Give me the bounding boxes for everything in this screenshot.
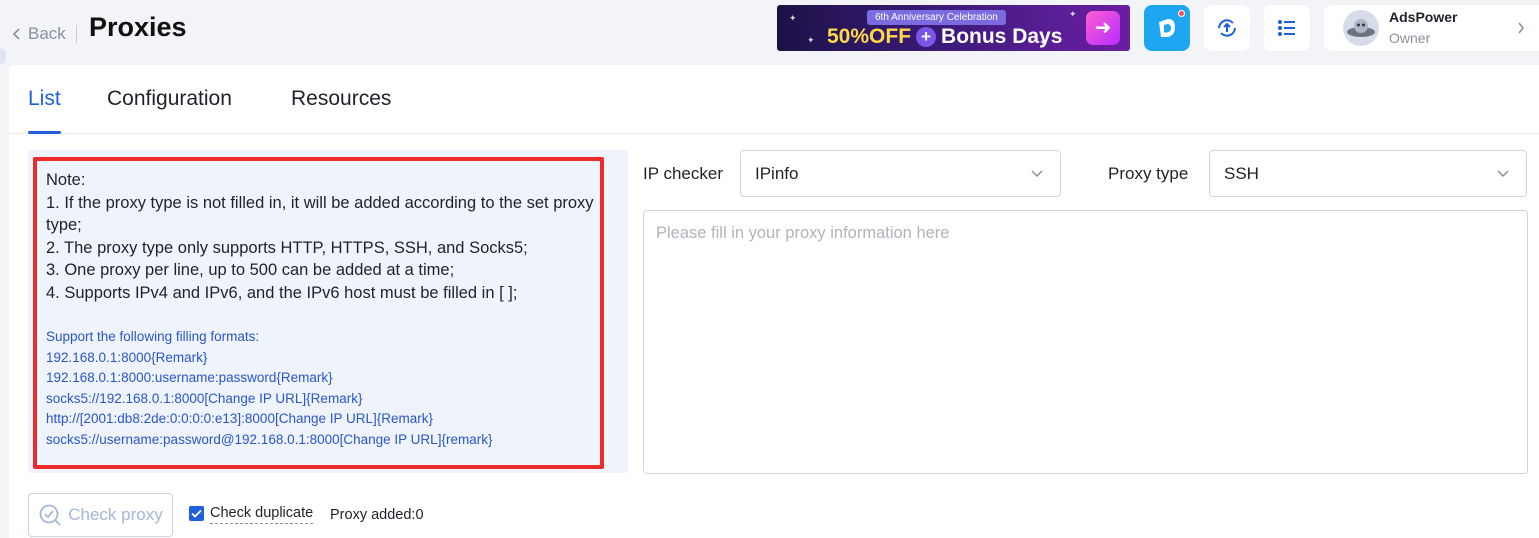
promo-main-text: Bonus Days xyxy=(941,25,1063,48)
note-line: 4. Supports IPv4 and IPv6, and the IPv6 … xyxy=(46,283,518,302)
chevron-right-icon xyxy=(1518,22,1525,34)
proxy-type-value: SSH xyxy=(1224,164,1259,183)
divider xyxy=(76,25,77,43)
format-list: Support the following filling formats: 1… xyxy=(46,327,492,451)
page-title: Proxies xyxy=(89,12,187,42)
app-logo-icon xyxy=(1159,19,1175,37)
active-tab-indicator xyxy=(28,131,61,134)
note-line: 1. If the proxy type is not filled in, i… xyxy=(46,193,594,235)
edge-handle xyxy=(0,48,6,64)
format-item: socks5://username:password@192.168.0.1:8… xyxy=(46,431,493,447)
sparkle-icon: ✦ xyxy=(789,13,797,23)
tab-configuration[interactable]: Configuration xyxy=(107,87,232,111)
note-text: Note: 1. If the proxy type is not filled… xyxy=(46,169,606,304)
format-item: 192.168.0.1:8000{Remark} xyxy=(46,349,208,365)
top-bar: Back Proxies ✦ ✦ ✦ ✦ 6th Anniversary Cel… xyxy=(0,0,1539,64)
chevron-down-icon xyxy=(1031,170,1043,178)
task-list-button[interactable] xyxy=(1264,5,1310,51)
check-proxy-button[interactable]: Check proxy xyxy=(28,493,173,537)
tab-list[interactable]: List xyxy=(28,87,61,111)
sparkle-icon: ✦ xyxy=(1069,9,1077,19)
avatar xyxy=(1343,10,1379,46)
app-logo-button[interactable] xyxy=(1144,5,1190,51)
sync-upload-icon xyxy=(1218,19,1236,37)
format-title: Support the following filling formats: xyxy=(46,329,260,344)
note-line: 2. The proxy type only supports HTTP, HT… xyxy=(46,238,528,257)
user-role: Owner xyxy=(1389,30,1431,46)
sync-button[interactable] xyxy=(1204,5,1250,51)
chevron-down-icon xyxy=(1497,170,1509,178)
user-name: AdsPower xyxy=(1389,9,1458,25)
plus-icon: + xyxy=(916,27,937,47)
promo-subtitle: 6th Anniversary Celebration xyxy=(867,10,1006,25)
back-label: Back xyxy=(28,24,66,43)
promo-discount: 50%OFF xyxy=(827,25,912,48)
note-panel: Note: 1. If the proxy type is not filled… xyxy=(28,150,628,473)
ip-checker-label: IP checker xyxy=(643,164,724,183)
chevron-left-icon xyxy=(12,28,20,40)
tab-resources[interactable]: Resources xyxy=(291,87,391,111)
user-menu[interactable]: AdsPower Owner xyxy=(1324,5,1539,51)
check-duplicate-label[interactable]: Check duplicate xyxy=(210,505,314,524)
notification-dot xyxy=(1178,10,1185,17)
note-heading: Note: xyxy=(46,171,86,189)
check-proxy-label: Check proxy xyxy=(68,505,163,524)
ip-checker-select[interactable]: IPinfo xyxy=(740,150,1061,197)
tab-bar: List Configuration Resources xyxy=(9,65,1539,134)
format-item: http://[2001:db8:2de:0:0:0:0:e13]:8000[C… xyxy=(46,411,434,427)
check-duplicate-checkbox[interactable] xyxy=(189,506,204,521)
sparkle-icon: ✦ xyxy=(807,35,815,45)
back-button[interactable]: Back xyxy=(12,24,66,44)
proxy-type-select[interactable]: SSH xyxy=(1209,150,1527,197)
promo-headline: 50%OFF + Bonus Days xyxy=(827,25,1062,49)
ip-checker-value: IPinfo xyxy=(755,164,799,183)
proxy-added-count: Proxy added:0 xyxy=(330,507,424,523)
task-list-icon xyxy=(1278,20,1295,36)
note-line: 3. One proxy per line, up to 500 can be … xyxy=(46,261,455,279)
promo-banner[interactable]: ✦ ✦ ✦ ✦ 6th Anniversary Celebration 50%O… xyxy=(777,5,1130,51)
format-item: socks5://192.168.0.1:8000[Change IP URL]… xyxy=(46,390,363,406)
search-icon xyxy=(39,504,61,526)
arrow-right-icon: ➜ xyxy=(1086,11,1120,45)
proxy-type-label: Proxy type xyxy=(1108,164,1189,183)
format-item: 192.168.0.1:8000:username:password{Remar… xyxy=(46,370,333,386)
proxy-info-textarea[interactable] xyxy=(643,210,1528,474)
main-panel: List Configuration Resources Note: 1. If… xyxy=(9,65,1539,538)
checkmark-icon xyxy=(191,509,202,518)
